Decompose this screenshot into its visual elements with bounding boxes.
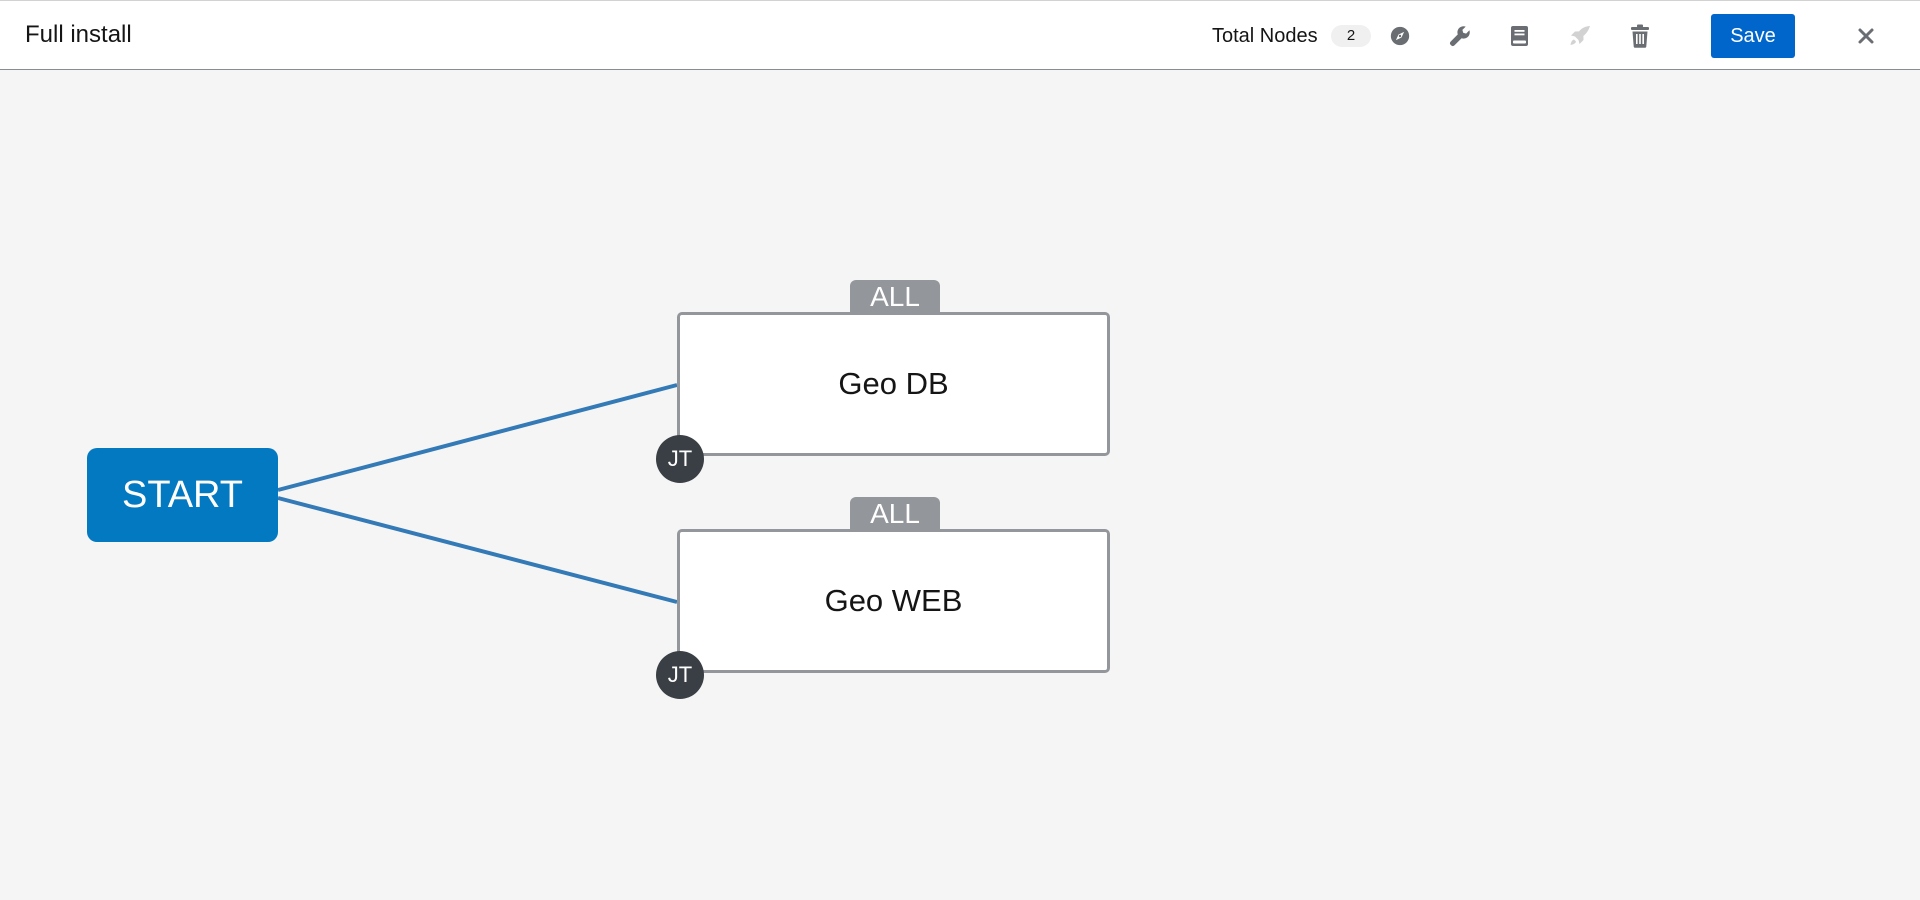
workflow-node-geo-db[interactable]: Geo DB — [677, 312, 1110, 456]
start-node[interactable]: START — [87, 448, 278, 542]
edge-run-label: ALL — [850, 280, 940, 313]
edge-run-label: ALL — [850, 497, 940, 530]
job-template-badge: JT — [656, 651, 704, 699]
link-start-to-geo-web[interactable] — [277, 496, 678, 604]
link-start-to-geo-db[interactable] — [277, 383, 678, 492]
job-template-badge: JT — [656, 435, 704, 483]
workflow-node-geo-web[interactable]: Geo WEB — [677, 529, 1110, 673]
